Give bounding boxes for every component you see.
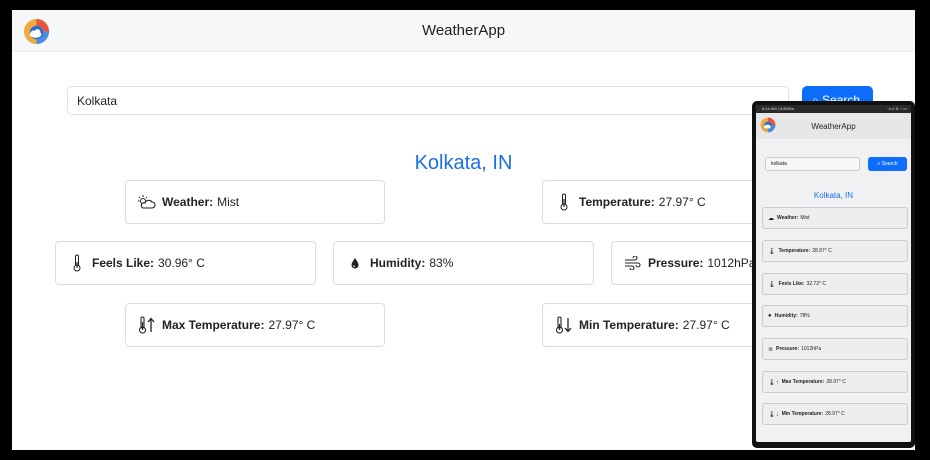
navbar: WeatherApp [12,10,915,52]
cloud-sun-icon [137,192,157,212]
wind-icon [623,253,643,273]
feels-like-card: Feels Like: 30.96° C [55,241,316,285]
app-title: WeatherApp [421,22,506,39]
feels-like-value: 30.96° C [158,256,205,270]
phone-search-input[interactable]: kolkata [765,157,860,171]
phone-pressure-card: ≋ Pressure: 1012hPa [762,338,908,360]
city-search-input[interactable] [67,86,789,115]
phone-status-bar: 8:14 AM | 6.8KB/s ⁖ıl ıl ⊜ ⁖ ▭ [756,105,911,113]
thermometer-icon: 🌡 [768,248,776,255]
feels-like-label: Feels Like: [92,256,155,270]
phone-max-temperature-card: 🌡↑ Max Temperature: 28.97° C [762,371,908,393]
phone-location-heading: Kolkata, IN [813,191,854,200]
phone-humidity-card: ● Humidity: 78% [762,305,908,327]
humidity-value: 83% [429,256,454,270]
max-temperature-value: 27.97° C [268,318,316,332]
phone-weather-card: ☁ Weather: Mist [762,207,908,229]
thermometer-icon [67,253,87,273]
wind-icon: ≋ [768,346,774,353]
max-temperature-card: Max Temperature: 27.97° C [125,303,385,347]
humidity-card: Humidity: 83% [333,241,594,285]
thermometer-down-icon: 🌡↓ [768,411,779,418]
thermometer-icon: 🌡 [768,281,776,288]
phone-preview: 8:14 AM | 6.8KB/s ⁖ıl ıl ⊜ ⁖ ▭ WeatherAp… [752,101,915,448]
droplet-icon [345,253,365,273]
pressure-label: Pressure: [648,256,704,270]
status-icons: ⁖ıl ıl ⊜ ⁖ ▭ [886,106,907,111]
weather-card: Weather: Mist [125,180,385,224]
thermometer-up-icon: 🌡↑ [768,379,779,386]
phone-temperature-card: 🌡 Temperature: 28.97° C [762,240,908,262]
thermometer-up-icon [137,315,157,335]
pressure-value: 1012hPa [707,256,756,270]
min-temperature-value: 27.97° C [682,318,730,332]
weather-value: Mist [217,195,240,209]
phone-min-temperature-card: 🌡↓ Min Temperature: 28.97° C [762,403,908,425]
weather-label: Weather: [162,195,214,209]
max-temperature-label: Max Temperature: [162,318,265,332]
phone-app-title: WeatherApp [811,122,856,131]
min-temperature-label: Min Temperature: [579,318,679,332]
droplet-icon: ● [768,313,772,319]
phone-search-button[interactable]: ⌕ Search [868,157,907,171]
cloud-sun-icon: ☁ [768,215,774,222]
phone-screen: 8:14 AM | 6.8KB/s ⁖ıl ıl ⊜ ⁖ ▭ WeatherAp… [756,105,911,442]
thermometer-down-icon [554,315,574,335]
thermometer-icon [554,192,574,212]
status-time: 8:14 AM | 6.8KB/s [762,106,794,111]
temperature-value: 27.97° C [658,195,706,209]
humidity-label: Humidity: [370,256,426,270]
temperature-label: Temperature: [579,195,655,209]
phone-feels-like-card: 🌡 Feels Like: 32.72° C [762,273,908,295]
pressure-card: Pressure: 1012hPa [611,241,761,285]
